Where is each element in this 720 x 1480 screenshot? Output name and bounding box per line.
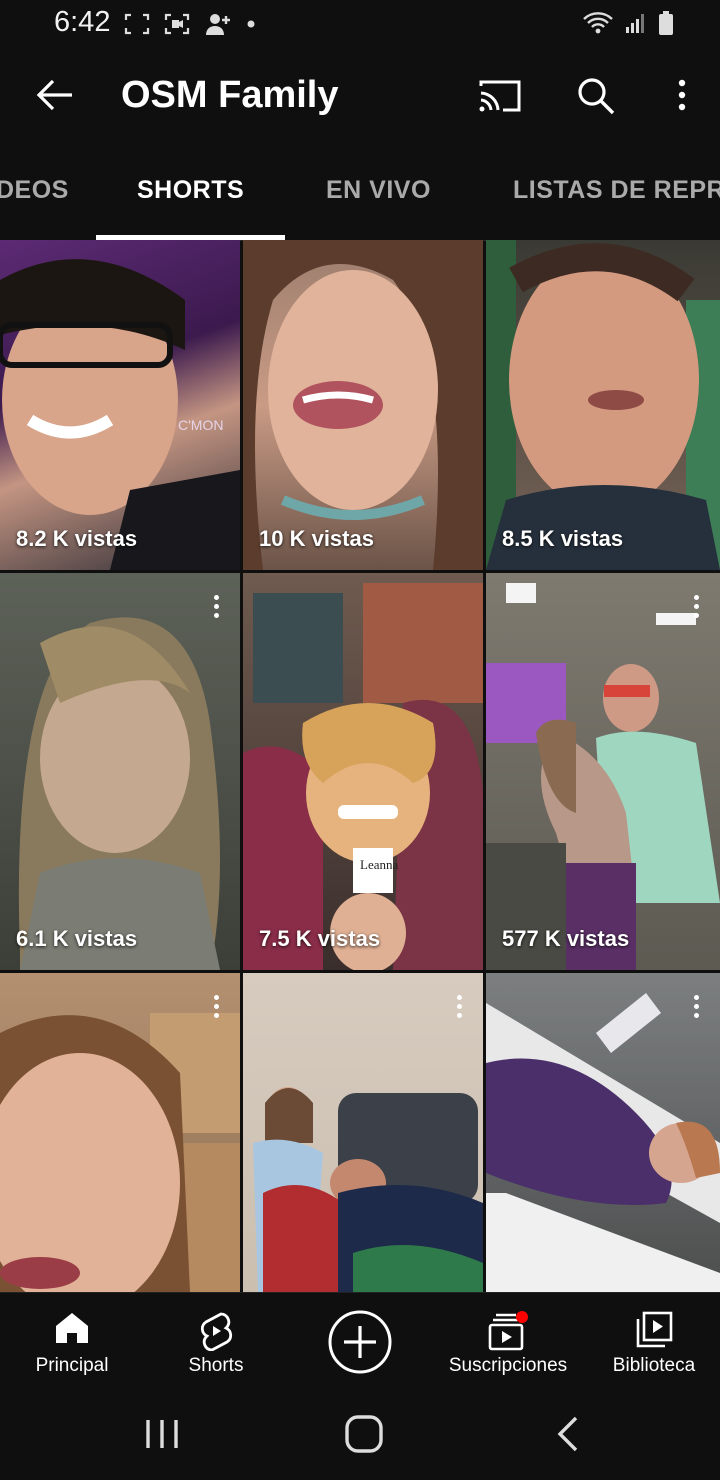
short-view-count: 8.2 K vistas <box>16 526 138 551</box>
thumbnail-image <box>486 240 720 570</box>
status-bar: 6:42 <box>0 0 720 48</box>
thumbnail-image <box>253 1087 483 1292</box>
svg-text:C'MON: C'MON <box>178 417 223 433</box>
short-view-count: 6.1 K vistas <box>16 926 138 951</box>
notification-dot <box>516 1311 528 1323</box>
tab-live[interactable]: EN VIVO <box>326 176 431 205</box>
nav-library-label: Biblioteca <box>612 1355 696 1376</box>
thumbnail-image: C'MON <box>0 259 240 570</box>
short-view-count: 7.5 K vistas <box>259 926 381 951</box>
tab-shorts[interactable]: SHORTS <box>137 176 244 205</box>
short-more-icon[interactable] <box>214 995 220 1022</box>
thumbnail-image <box>486 583 720 970</box>
more-options-icon[interactable] <box>676 78 688 112</box>
shorts-icon <box>200 1312 233 1351</box>
tab-playlists[interactable]: LISTAS DE REPR <box>513 176 720 205</box>
status-system-icons <box>582 10 674 36</box>
nav-subscriptions[interactable]: Suscripciones <box>436 1293 580 1395</box>
back-arrow-icon[interactable] <box>36 78 74 112</box>
nav-shorts-label: Shorts <box>188 1355 244 1376</box>
person-add-icon <box>206 14 230 35</box>
battery-icon <box>659 11 673 35</box>
svg-text:Leanna: Leanna <box>360 857 398 872</box>
screen-record-icon <box>164 13 190 35</box>
status-time: 6:42 <box>54 6 111 38</box>
thumbnail-image <box>0 1013 240 1292</box>
short-view-count: 8.5 K vistas <box>502 526 624 551</box>
signal-icon <box>626 14 644 33</box>
dot-icon <box>247 20 255 28</box>
status-notification-icons <box>124 12 256 36</box>
short-thumbnail[interactable] <box>486 973 720 1292</box>
wifi-icon <box>583 12 613 34</box>
short-thumbnail[interactable] <box>0 973 240 1292</box>
nav-create[interactable] <box>288 1293 432 1395</box>
thumbnail-image <box>18 617 221 970</box>
short-more-icon[interactable] <box>694 595 700 622</box>
cast-icon[interactable] <box>478 78 522 114</box>
create-plus-icon <box>328 1310 392 1374</box>
nav-shorts[interactable]: Shorts <box>144 1293 288 1395</box>
home-button-icon[interactable] <box>344 1414 384 1454</box>
short-more-icon[interactable] <box>694 995 700 1022</box>
bottom-navigation: Principal Shorts Suscripciones Bibliotec… <box>0 1292 720 1395</box>
nav-library[interactable]: Biblioteca <box>582 1293 720 1395</box>
nav-home-label: Principal <box>35 1355 109 1376</box>
short-thumbnail[interactable]: Leanna 7.5 K vistas <box>243 573 483 970</box>
channel-tabs: DEOS SHORTS EN VIVO LISTAS DE REPR <box>0 144 720 241</box>
short-view-count: 577 K vistas <box>502 926 630 951</box>
nav-home[interactable]: Principal <box>0 1293 144 1395</box>
home-icon <box>56 1313 88 1343</box>
tab-videos[interactable]: DEOS <box>0 176 69 205</box>
library-icon <box>636 1311 673 1348</box>
back-button-icon[interactable] <box>554 1414 584 1454</box>
thumbnail-image: Leanna <box>243 583 483 970</box>
short-thumbnail[interactable]: 10 K vistas <box>243 240 483 570</box>
short-thumbnail[interactable] <box>243 973 483 1292</box>
short-thumbnail[interactable]: C'MON 8.2 K vistas <box>0 240 240 570</box>
search-icon[interactable] <box>576 76 616 116</box>
short-view-count: 10 K vistas <box>259 526 374 551</box>
app-bar: OSM Family <box>0 48 720 144</box>
short-thumbnail[interactable]: 6.1 K vistas <box>0 573 240 970</box>
system-navigation-bar <box>0 1394 720 1480</box>
short-thumbnail[interactable]: 577 K vistas <box>486 573 720 970</box>
thumbnail-image <box>486 993 720 1292</box>
channel-title: OSM Family <box>121 74 339 116</box>
short-thumbnail[interactable]: 8.5 K vistas <box>486 240 720 570</box>
short-more-icon[interactable] <box>214 595 220 622</box>
screenshot-icon <box>124 13 150 35</box>
nav-subscriptions-label: Suscripciones <box>448 1355 568 1376</box>
recent-apps-icon[interactable] <box>142 1416 182 1452</box>
shorts-grid: C'MON 8.2 K vistas 10 K vistas 8.5 K vis… <box>0 240 720 1292</box>
short-more-icon[interactable] <box>457 995 463 1022</box>
subscriptions-icon <box>488 1311 528 1351</box>
thumbnail-image <box>243 240 483 570</box>
